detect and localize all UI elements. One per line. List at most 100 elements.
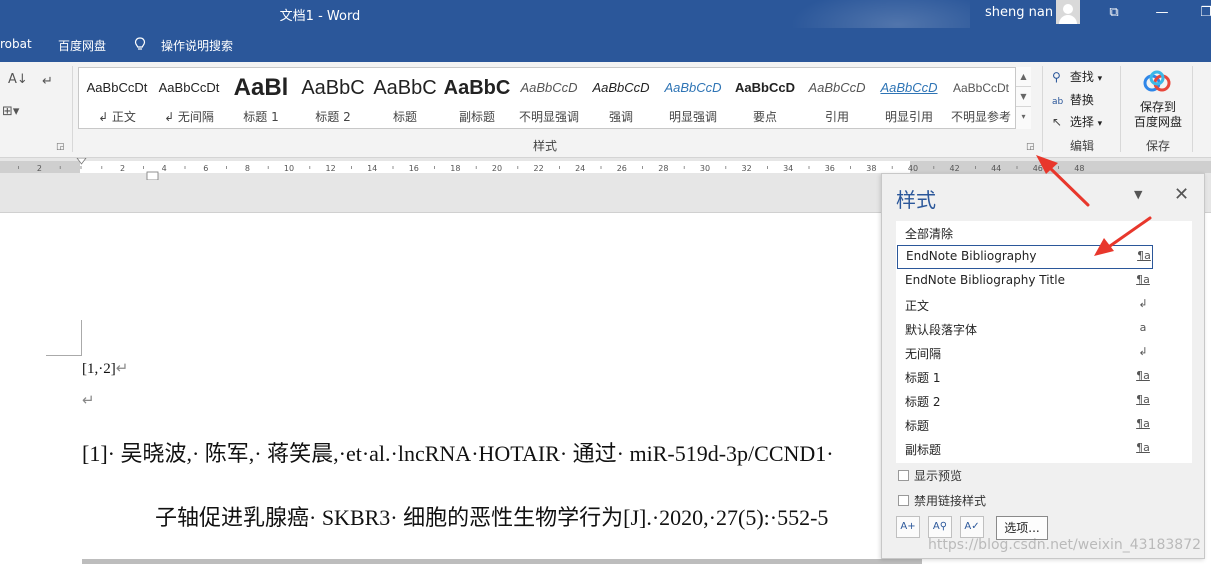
ruler-tick-label: 32 <box>742 164 752 173</box>
save-to-baidu-button[interactable]: 保存到 百度网盘 <box>1128 100 1188 130</box>
style-heading-2[interactable]: AaBbC 标题 2 <box>297 68 369 128</box>
style-row-normal[interactable]: 正文 ↲ <box>896 293 1192 317</box>
style-gallery-scroll: ▲ ▼ ▾ <box>1015 67 1031 129</box>
lightbulb-icon <box>134 37 146 50</box>
gallery-scroll-down-icon[interactable]: ▼ <box>1016 87 1031 107</box>
style-row-endnote-bibliography[interactable]: EndNote Bibliography ¶a <box>897 245 1153 269</box>
checkbox-icon <box>898 495 909 506</box>
styles-pane: 样式 ▼ ✕ 全部清除 EndNote Bibliography ¶a EndN… <box>881 173 1205 559</box>
select-button[interactable]: ↖ 选择 ▾ <box>1052 113 1102 130</box>
ruler-tick-label: 44 <box>991 164 1001 173</box>
style-heading-1[interactable]: AaBl 标题 1 <box>225 68 297 128</box>
ruler-tick-label: 30 <box>700 164 710 173</box>
replace-button[interactable]: ab 替换 <box>1052 91 1094 108</box>
paragraph-character-icon: ¶a <box>1136 369 1150 382</box>
cursor-icon: ↖ <box>1052 115 1063 129</box>
maximize-button[interactable]: ❐ <box>1192 2 1211 24</box>
checkbox-icon <box>898 470 909 481</box>
ruler-tick-label: 28 <box>658 164 668 173</box>
ruler-tick-label: 26 <box>617 164 627 173</box>
gallery-scroll-up-icon[interactable]: ▲ <box>1016 67 1031 87</box>
gallery-more-icon[interactable]: ▾ <box>1016 107 1031 127</box>
styles-pane-title: 样式 <box>896 188 936 212</box>
baidu-cloud-icon[interactable] <box>1142 70 1172 94</box>
find-button[interactable]: ⚲ 查找 ▾ <box>1052 68 1102 85</box>
styles-dialog-launcher-icon[interactable]: ◲ <box>1026 142 1035 152</box>
ruler-tick-label: 40 <box>908 164 918 173</box>
avatar[interactable] <box>1056 0 1080 24</box>
style-row-no-spacing[interactable]: 无间隔 ↲ <box>896 341 1192 365</box>
reference-line-1[interactable]: [1]· 吴晓波,· 陈军,· 蒋笑晨,·et·al.·lncRNA·HOTAI… <box>82 436 834 468</box>
user-name[interactable]: sheng nan <box>985 5 1053 20</box>
ruler-tick-label: 2 <box>37 164 42 173</box>
reference-line-2[interactable]: 子轴促进乳腺癌· SKBR3· 细胞的恶性生物学行为[J].·2020,·27(… <box>155 500 828 532</box>
style-normal[interactable]: AaBbCcDt ↲ 正文 <box>81 68 153 128</box>
style-row-clear-all[interactable]: 全部清除 <box>896 221 1192 245</box>
style-no-spacing[interactable]: AaBbCcDt ↲ 无间隔 <box>153 68 225 128</box>
ruler-tick-label: 20 <box>492 164 502 173</box>
style-row-heading-2[interactable]: 标题 2 ¶a <box>896 389 1192 413</box>
style-quote[interactable]: AaBbCcD 引用 <box>801 68 873 128</box>
paragraph-dialog-launcher-icon[interactable]: ◲ <box>56 142 65 152</box>
style-row-default-paragraph-font[interactable]: 默认段落字体 a <box>896 317 1192 341</box>
ruler-tick-label: 16 <box>409 164 419 173</box>
horizontal-scrollbar[interactable] <box>82 559 922 564</box>
chevron-down-icon: ▾ <box>1097 119 1103 129</box>
ruler-tick-label: 22 <box>534 164 544 173</box>
sort-icon[interactable]: A↓ <box>8 72 28 87</box>
ruler-tick-label: 8 <box>245 164 250 173</box>
style-row-heading-1[interactable]: 标题 1 ¶a <box>896 365 1192 389</box>
style-intense-emphasis[interactable]: AaBbCcD 明显强调 <box>657 68 729 128</box>
paragraph-character-icon: ¶a <box>1137 249 1151 262</box>
style-inspector-button[interactable]: A⚲ <box>928 516 952 538</box>
manage-styles-button[interactable]: A✓ <box>960 516 984 538</box>
disable-linked-styles-checkbox[interactable]: 禁用链接样式 <box>898 492 986 509</box>
style-intense-quote[interactable]: AaBbCcD 明显引用 <box>873 68 945 128</box>
style-row-subtitle[interactable]: 副标题 ¶a <box>896 437 1192 461</box>
margin-corner-mark <box>81 320 82 355</box>
style-row-endnote-bibliography-title[interactable]: EndNote Bibliography Title ¶a <box>896 269 1192 293</box>
style-title[interactable]: AaBbC 标题 <box>369 68 441 128</box>
paragraph-character-icon: ¶a <box>1136 273 1150 286</box>
paragraph-character-icon: ¶a <box>1136 441 1150 454</box>
new-style-icon: A+ <box>900 521 916 532</box>
character-icon: a <box>1139 321 1147 334</box>
search-icon: ⚲ <box>1052 70 1061 84</box>
close-icon[interactable]: ✕ <box>1174 184 1189 205</box>
ruler-tick-label: 36 <box>825 164 835 173</box>
chevron-down-icon: ▾ <box>1097 74 1103 84</box>
ribbon-display-options-icon[interactable]: ⧉ <box>1100 2 1128 24</box>
style-strong[interactable]: AaBbCcD 要点 <box>729 68 801 128</box>
ruler-tick-label: 34 <box>783 164 793 173</box>
ruler-tick-label: 46 <box>1033 164 1043 173</box>
paragraph-character-icon: ¶a <box>1136 393 1150 406</box>
style-subtitle[interactable]: AaBbC 副标题 <box>441 68 513 128</box>
ribbon-separator <box>1120 66 1121 152</box>
ribbon-separator <box>1192 66 1193 152</box>
new-style-button[interactable]: A+ <box>896 516 920 538</box>
ruler-tick-label: 24 <box>575 164 585 173</box>
styles-list: 全部清除 EndNote Bibliography ¶a EndNote Bib… <box>896 221 1192 463</box>
ruler-tick-label: 10 <box>284 164 294 173</box>
style-subtle-emphasis[interactable]: AaBbCcD 不明显强调 <box>513 68 585 128</box>
tell-me-search[interactable]: 操作说明搜索 <box>161 37 233 54</box>
tab-acrobat[interactable]: robat <box>0 37 32 51</box>
ribbon-separator <box>1042 66 1043 152</box>
ruler-tick-label: 4 <box>162 164 167 173</box>
ruler-tick-label: 14 <box>367 164 377 173</box>
style-row-title[interactable]: 标题 ¶a <box>896 413 1192 437</box>
tab-baidu-netdisk[interactable]: 百度网盘 <box>58 37 106 54</box>
pane-options-icon[interactable]: ▼ <box>1134 188 1142 201</box>
paragraph-icon: ↲ <box>1138 345 1148 358</box>
citation-line[interactable]: [1,·2]↵ <box>82 359 128 378</box>
style-subtle-reference[interactable]: AaBbCcDt 不明显参考 <box>945 68 1017 128</box>
margin-corner-mark <box>46 355 82 356</box>
save-group-label: 保存 <box>1145 139 1170 153</box>
show-preview-checkbox[interactable]: 显示预览 <box>898 467 962 484</box>
borders-icon[interactable]: ⊞▾ <box>2 104 19 119</box>
style-emphasis[interactable]: AaBbCcD 强调 <box>585 68 657 128</box>
style-inspector-icon: A⚲ <box>932 521 948 532</box>
show-marks-icon[interactable]: ↵ <box>42 74 53 89</box>
minimize-button[interactable]: — <box>1148 2 1176 24</box>
ruler-tick-label: 2 <box>120 164 125 173</box>
